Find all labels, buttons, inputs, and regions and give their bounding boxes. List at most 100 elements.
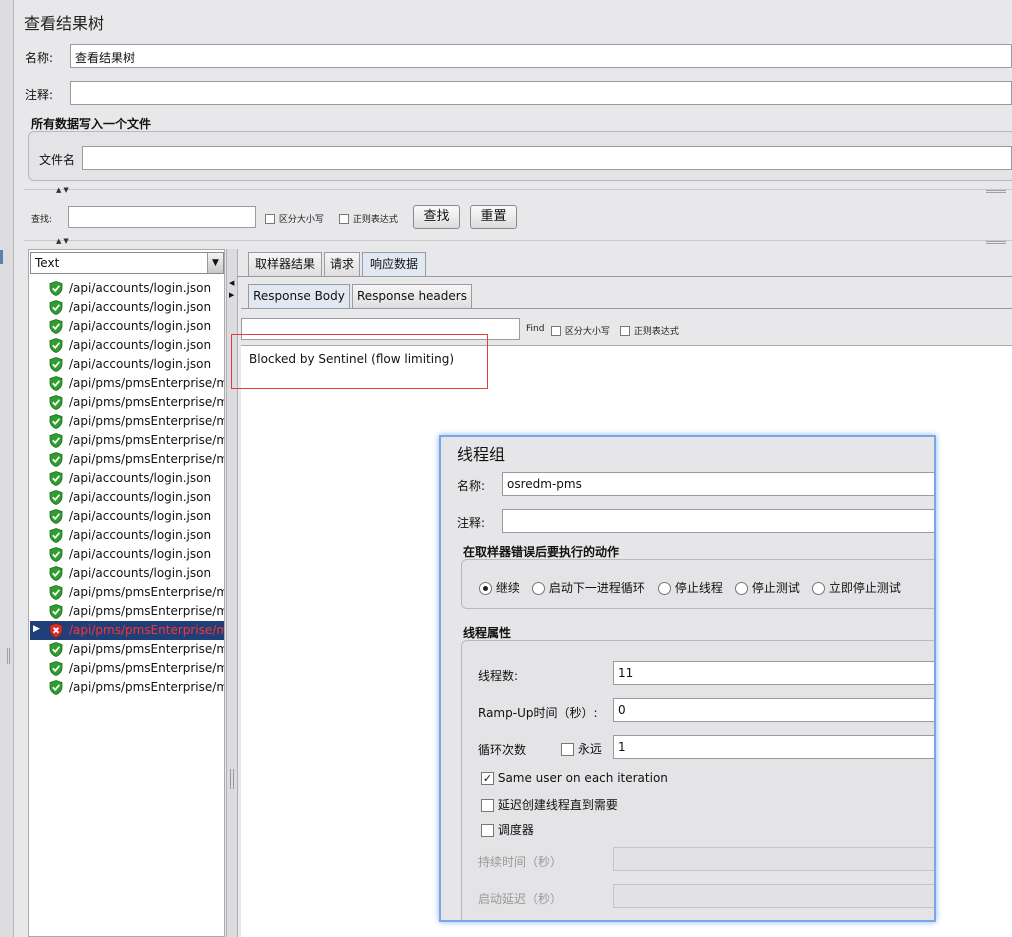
splitter-arrows-icon[interactable]: ▲▼ [56,237,71,245]
action-label: 继续 [495,581,520,595]
action-stop-test[interactable]: 停止测试 [735,579,800,596]
find-button[interactable]: 查找 [413,205,460,229]
renderer-select[interactable]: Text ▼ [30,252,224,274]
checkbox-box[interactable] [551,325,561,336]
tree-item[interactable]: /api/pms/pmsEnterprise/myL [30,640,224,659]
checkbox-box[interactable] [339,213,349,224]
name-input-value: 查看结果树 [75,51,136,65]
left-edge-strip [0,0,14,937]
tree-item[interactable]: /api/accounts/login.json [30,298,224,317]
success-shield-icon [49,357,63,372]
tree-item-label: /api/pms/pmsEnterprise/myL [69,395,224,409]
name-input[interactable]: 查看结果树 [70,44,1012,68]
forever-checkbox[interactable]: 永远 [561,740,602,757]
regex-checkbox[interactable]: 正则表达式 [339,211,398,225]
radio-selected[interactable] [479,582,492,595]
error-shield-icon [49,623,63,638]
tree-item[interactable]: /api/pms/pmsEnterprise/myL [30,678,224,697]
file-label: 文件名 [39,153,76,167]
success-shield-icon [49,300,63,315]
check-icon[interactable]: ✓ [481,772,494,785]
panel-title: 查看结果树 [24,14,105,33]
checkbox-box[interactable] [265,213,275,224]
tree-item[interactable]: /api/accounts/login.json [30,469,224,488]
tree-item[interactable]: /api/accounts/login.json [30,317,224,336]
checkbox-box[interactable] [620,325,630,336]
tg-name-input[interactable]: osredm-pms [502,472,934,496]
tab-request[interactable]: 请求 [324,252,360,276]
success-shield-icon [49,281,63,296]
tree-item[interactable]: /api/pms/pmsEnterprise/myL [30,659,224,678]
success-shield-icon [49,414,63,429]
case-sensitive-checkbox[interactable]: 区分大小写 [265,211,324,225]
action-stop-thread[interactable]: 停止线程 [658,579,723,596]
tree-item[interactable]: /api/pms/pmsEnterprise/myL [30,431,224,450]
tree-item[interactable]: /api/accounts/login.json [30,507,224,526]
radio[interactable] [812,582,825,595]
tree-item[interactable]: ▶ /api/pms/pmsEnterprise/myL [30,621,224,640]
tree-item[interactable]: /api/accounts/login.json [30,488,224,507]
success-shield-icon [49,433,63,448]
radio[interactable] [532,582,545,595]
splitter-arrows-icon[interactable]: ▲▼ [56,186,71,194]
response-regex-label: 正则表达式 [633,327,679,337]
tree-item[interactable]: /api/pms/pmsEnterprise/myL [30,583,224,602]
delay-create-checkbox[interactable]: 延迟创建线程直到需要 [481,796,618,813]
splitter-top[interactable]: ▲▼ [24,186,1012,197]
tree-item[interactable]: /api/pms/pmsEnterprise/myL [30,374,224,393]
tree-item[interactable]: /api/accounts/login.json [30,279,224,298]
regex-label: 正则表达式 [352,215,398,225]
file-input[interactable] [82,146,1012,170]
tree-item[interactable]: /api/pms/pmsEnterprise/myL [30,450,224,469]
tree-item[interactable]: /api/accounts/login.json [30,564,224,583]
chevron-down-icon[interactable]: ▼ [207,253,223,273]
tree-item[interactable]: /api/accounts/login.json [30,545,224,564]
tab-response-headers[interactable]: Response headers [352,284,472,308]
splitter-grip [986,241,1006,244]
action-start-next-loop[interactable]: 启动下一进程循环 [532,579,645,596]
search-input[interactable] [68,206,256,228]
tree-item-label: /api/pms/pmsEnterprise/myL [69,623,224,637]
action-stop-test-now[interactable]: 立即停止测试 [812,579,901,596]
collapse-left-icon[interactable]: ◀ [229,279,234,287]
tab-response-data[interactable]: 响应数据 [362,252,426,276]
file-group-title: 所有数据写入一个文件 [31,117,152,131]
response-case-checkbox[interactable]: 区分大小写 [551,323,610,337]
tab-sampler-result[interactable]: 取样器结果 [248,252,322,276]
checkbox-box[interactable] [481,824,494,837]
action-label: 立即停止测试 [828,581,901,595]
checkbox-box[interactable] [561,743,574,756]
action-continue[interactable]: 继续 [479,579,520,596]
tree-item[interactable]: /api/accounts/login.json [30,526,224,545]
expand-right-icon[interactable]: ▶ [229,291,234,299]
loop-input[interactable]: 1 [613,735,934,759]
tab-response-body[interactable]: Response Body [248,284,350,308]
tree-item[interactable]: /api/accounts/login.json [30,355,224,374]
tree-item-label: /api/accounts/login.json [69,281,212,295]
radio[interactable] [735,582,748,595]
checkbox-box[interactable] [481,799,494,812]
tree-item-label: /api/pms/pmsEnterprise/myL [69,414,224,428]
rampup-input[interactable]: 0 [613,698,934,722]
threads-input[interactable]: 11 [613,661,934,685]
reset-button[interactable]: 重置 [470,205,517,229]
tg-comment-input[interactable] [502,509,934,533]
splitter-middle[interactable]: ▲▼ [24,237,1012,248]
left-edge-grip[interactable] [7,648,10,664]
tree-item-label: /api/pms/pmsEnterprise/myL [69,452,224,466]
delay-create-label: 延迟创建线程直到需要 [497,798,618,812]
tree-item[interactable]: /api/accounts/login.json [30,336,224,355]
comment-input[interactable] [70,81,1012,105]
tree-item[interactable]: /api/pms/pmsEnterprise/myL [30,602,224,621]
success-shield-icon [49,452,63,467]
response-regex-checkbox[interactable]: 正则表达式 [620,323,679,337]
tree-item-label: /api/accounts/login.json [69,300,212,314]
expand-icon[interactable]: ▶ [33,624,40,634]
tree-item[interactable]: /api/pms/pmsEnterprise/myL [30,393,224,412]
radio[interactable] [658,582,671,595]
same-user-checkbox[interactable]: ✓ Same user on each iteration [481,771,668,785]
scheduler-checkbox[interactable]: 调度器 [481,821,534,838]
tree-item-label: /api/accounts/login.json [69,319,212,333]
tree-item[interactable]: /api/pms/pmsEnterprise/myL [30,412,224,431]
tree-item-label: /api/accounts/login.json [69,566,212,580]
